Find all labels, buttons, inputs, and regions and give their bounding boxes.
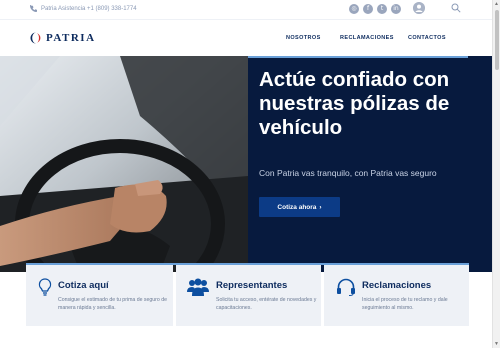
card-title: Representantes (216, 280, 288, 291)
cotiza-ahora-button[interactable]: Cotiza ahora › (259, 197, 340, 217)
search-icon[interactable] (451, 3, 461, 13)
user-account-icon[interactable] (413, 2, 425, 14)
instagram-icon[interactable]: ◎ (349, 4, 359, 14)
main-header: PATRIA NOSOTROS RECLAMACIONES CONTACTOS (0, 19, 492, 56)
card-reclamaciones[interactable]: Reclamaciones Inicia el proceso de tu re… (324, 265, 469, 326)
hero-banner: Actúe confiado con nuestras pólizas de v… (0, 56, 492, 272)
driver-steering-wheel-photo (0, 56, 248, 272)
hero-accent-line (248, 56, 468, 58)
twitter-icon[interactable]: t (377, 4, 387, 14)
page-scrollbar[interactable]: ▲ ▼ (492, 0, 500, 348)
service-cards: Cotiza aquí Consigue el estimado de tu p… (26, 263, 469, 326)
chevron-right-icon: › (319, 203, 322, 211)
nav-reclamaciones[interactable]: RECLAMACIONES (340, 35, 394, 41)
phone-contact[interactable]: Patria Asistencia +1 (809) 338-1774 (30, 5, 137, 12)
brand-name: PATRIA (46, 32, 96, 44)
phone-text: Patria Asistencia +1 (809) 338-1774 (41, 5, 137, 12)
phone-icon (30, 5, 37, 12)
lightbulb-icon (38, 278, 52, 296)
card-title: Cotiza aquí (58, 280, 109, 291)
patria-logo-icon (30, 32, 41, 44)
group-icon (187, 278, 209, 296)
card-cotiza[interactable]: Cotiza aquí Consigue el estimado de tu p… (26, 265, 173, 326)
card-representantes[interactable]: Representantes Solicita tu acceso, entér… (176, 265, 321, 326)
card-description: Solicita tu acceso, entérate de novedade… (216, 297, 317, 311)
scrollbar-thumb[interactable] (495, 10, 499, 70)
nav-nosotros[interactable]: NOSOTROS (286, 35, 321, 41)
hero-subtitle: Con Patria vas tranquilo, con Patria vas… (259, 168, 437, 178)
cta-label: Cotiza ahora (277, 203, 317, 211)
social-links: ◎ f t in (349, 4, 401, 14)
headset-icon (337, 278, 355, 296)
nav-contactos[interactable]: CONTACTOS (408, 35, 446, 41)
linkedin-icon[interactable]: in (391, 4, 401, 14)
scroll-down-icon[interactable]: ▼ (494, 341, 499, 347)
facebook-icon[interactable]: f (363, 4, 373, 14)
scroll-up-icon[interactable]: ▲ (494, 1, 499, 7)
hero-title: Actúe confiado con nuestras pólizas de v… (259, 68, 450, 139)
top-bar: Patria Asistencia +1 (809) 338-1774 ◎ f … (0, 0, 492, 19)
card-description: Consigue el estimado de tu prima de segu… (58, 297, 168, 311)
card-description: Inicia el proceso de tu reclamo y dale s… (362, 297, 448, 311)
brand-logo[interactable]: PATRIA (30, 32, 96, 44)
card-title: Reclamaciones (362, 280, 432, 291)
